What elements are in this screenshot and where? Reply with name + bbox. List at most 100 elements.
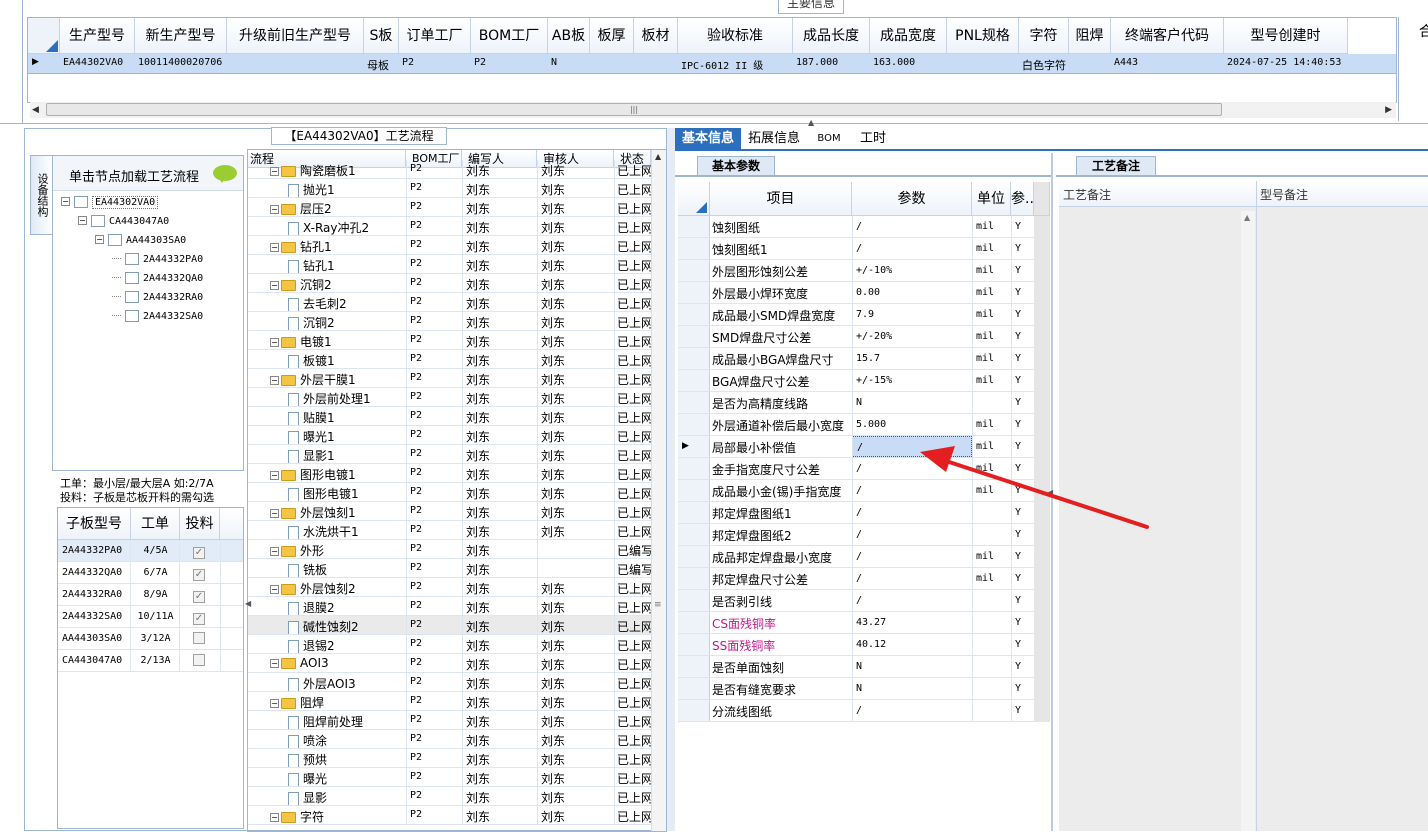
- tree-node[interactable]: 2A44332SA0: [112, 308, 203, 325]
- main-col-header[interactable]: 验收标准: [678, 18, 793, 54]
- param-col-header[interactable]: 项目: [710, 182, 852, 216]
- flow-row[interactable]: 显影 P2 刘东 刘东 已上网: [248, 787, 666, 806]
- main-col-header[interactable]: 终端客户代码: [1111, 18, 1224, 54]
- sub-order-cell[interactable]: 4/5A: [131, 545, 180, 556]
- param-value-cell[interactable]: /: [852, 502, 972, 523]
- param-row[interactable]: SS面残铜率 40.12 Y: [678, 634, 1035, 656]
- tree-collapse-icon[interactable]: −: [78, 216, 87, 225]
- main-col-header[interactable]: 订单工厂: [399, 18, 471, 54]
- param-row[interactable]: 是否单面蚀刻 N Y: [678, 656, 1035, 678]
- param-row[interactable]: CS面残铜率 43.27 Y: [678, 612, 1035, 634]
- flow-vscroll-grip[interactable]: ≡: [654, 600, 662, 610]
- flow-row[interactable]: 钻孔1 P2 刘东 刘东 已上网: [248, 255, 666, 274]
- flow-row[interactable]: 退膜2 P2 刘东 刘东 已上网: [248, 597, 666, 616]
- flow-row[interactable]: 预烘 P2 刘东 刘东 已上网: [248, 749, 666, 768]
- param-row[interactable]: 蚀刻图纸 / mil Y: [678, 216, 1035, 238]
- remark-grid[interactable]: 工艺备注 型号备注 ▲: [1059, 181, 1428, 831]
- main-col-header[interactable]: 新生产型号: [135, 18, 227, 54]
- param-row[interactable]: 邦定焊盘图纸2 / Y: [678, 524, 1035, 546]
- feed-checkbox[interactable]: [193, 632, 205, 644]
- main-col-header[interactable]: 板材: [634, 18, 678, 54]
- param-row[interactable]: 邦定焊盘图纸1 / Y: [678, 502, 1035, 524]
- detail-tab[interactable]: 基本信息: [675, 128, 741, 150]
- flow-row[interactable]: 显影1 P2 刘东 刘东 已上网: [248, 445, 666, 464]
- flow-row[interactable]: − 外层蚀刻2 P2 刘东 刘东 已上网: [248, 578, 666, 597]
- main-col-header[interactable]: 生产型号: [60, 18, 135, 54]
- param-value-cell[interactable]: N: [852, 678, 972, 699]
- param-value-cell[interactable]: N: [852, 392, 972, 413]
- param-value-cell[interactable]: N: [852, 656, 972, 677]
- main-col-header[interactable]: BOM工厂: [471, 18, 548, 54]
- hscroll-thumb[interactable]: |||: [46, 103, 1222, 116]
- param-row[interactable]: 成品邦定焊盘最小宽度 / mil Y: [678, 546, 1035, 568]
- flow-row[interactable]: − 图形电镀1 P2 刘东 刘东 已上网: [248, 464, 666, 483]
- feed-checkbox[interactable]: ✓: [193, 569, 205, 581]
- main-info-grid[interactable]: 生产型号 新生产型号 升级前旧生产型号 S板 订单工厂 BOM工厂 AB板 板厚 板材 验收标准成…: [27, 17, 1397, 103]
- param-row[interactable]: 成品最小SMD焊盘宽度 7.9 mil Y: [678, 304, 1035, 326]
- param-value-cell[interactable]: /: [852, 480, 972, 501]
- param-value-cell[interactable]: 40.12: [852, 634, 972, 655]
- flow-vscroll[interactable]: ▲ ≡: [651, 150, 666, 831]
- flow-row[interactable]: 图形电镀1 P2 刘东 刘东 已上网: [248, 483, 666, 502]
- flow-row[interactable]: − AOI3 P2 刘东 刘东 已上网: [248, 654, 666, 673]
- flow-row[interactable]: 阻焊前处理 P2 刘东 刘东 已上网: [248, 711, 666, 730]
- sub-table-row[interactable]: AA44303SA0 3/12A: [58, 628, 243, 650]
- flow-row[interactable]: 退锡2 P2 刘东 刘东 已上网: [248, 635, 666, 654]
- tree-collapse-icon[interactable]: −: [95, 235, 104, 244]
- sub-board-table[interactable]: 子板型号 工单 投料 2A44332PA0 4/5A ✓ 2A44332QA0 6/7A ✓ 2…: [57, 507, 244, 829]
- param-row[interactable]: 邦定焊盘尺寸公差 / mil Y: [678, 568, 1035, 590]
- param-row[interactable]: 金手指宽度尺寸公差 / mil Y: [678, 458, 1035, 480]
- detail-tab[interactable]: 工时: [853, 128, 893, 150]
- param-value-cell[interactable]: /: [852, 458, 972, 479]
- main-col-header[interactable]: 字符: [1019, 18, 1069, 54]
- main-col-header[interactable]: 成品宽度: [870, 18, 947, 54]
- main-col-header[interactable]: 型号创建时: [1224, 18, 1348, 54]
- param-value-cell[interactable]: /: [852, 546, 972, 567]
- param-col-header[interactable]: 参..: [1011, 182, 1034, 216]
- sub-table-row[interactable]: 2A44332RA0 8/9A ✓: [58, 584, 243, 606]
- param-row[interactable]: 是否剥引线 / Y: [678, 590, 1035, 612]
- flow-row[interactable]: 外层AOI3 P2 刘东 刘东 已上网: [248, 673, 666, 692]
- param-value-cell[interactable]: +/-10%: [852, 260, 972, 281]
- flow-row[interactable]: 去毛刺2 P2 刘东 刘东 已上网: [248, 293, 666, 312]
- param-row[interactable]: 外层最小焊环宽度 0.00 mil Y: [678, 282, 1035, 304]
- flow-row[interactable]: − 电镀1 P2 刘东 刘东 已上网: [248, 331, 666, 350]
- flow-row[interactable]: − 外形 P2 刘东 已编写: [248, 540, 666, 559]
- param-value-cell[interactable]: /: [852, 568, 972, 589]
- tree-node[interactable]: 2A44332PA0: [112, 251, 203, 268]
- param-row[interactable]: 外层图形蚀刻公差 +/-10% mil Y: [678, 260, 1035, 282]
- collapse-icon[interactable]: −: [270, 281, 279, 290]
- flow-row[interactable]: − 沉铜2 P2 刘东 刘东 已上网: [248, 274, 666, 293]
- flow-row[interactable]: 水洗烘干1 P2 刘东 刘东 已上网: [248, 521, 666, 540]
- sub-order-cell[interactable]: 6/7A: [131, 567, 180, 578]
- flow-row[interactable]: − 钻孔1 P2 刘东 刘东 已上网: [248, 236, 666, 255]
- flow-row[interactable]: 沉铜2 P2 刘东 刘东 已上网: [248, 312, 666, 331]
- equipment-structure-tab[interactable]: 设备结构: [30, 155, 52, 235]
- feed-checkbox[interactable]: ✓: [193, 547, 205, 559]
- collapse-icon[interactable]: −: [270, 376, 279, 385]
- param-row[interactable]: 外层通道补偿后最小宽度 5.000 mil Y: [678, 414, 1035, 436]
- param-row[interactable]: 成品最小金(锡)手指宽度 / mil Y: [678, 480, 1035, 502]
- flow-row[interactable]: − 阻焊 P2 刘东 刘东 已上网: [248, 692, 666, 711]
- param-row[interactable]: 蚀刻图纸1 / mil Y: [678, 238, 1035, 260]
- tree-node[interactable]: − EA44302VA0: [61, 194, 159, 211]
- param-value-cell[interactable]: /: [852, 436, 972, 457]
- sub-table-row[interactable]: 2A44332QA0 6/7A ✓: [58, 562, 243, 584]
- flow-row[interactable]: − 外层蚀刻1 P2 刘东 刘东 已上网: [248, 502, 666, 521]
- flow-row[interactable]: 贴膜1 P2 刘东 刘东 已上网: [248, 407, 666, 426]
- flow-row[interactable]: 碱性蚀刻2 P2 刘东 刘东 已上网: [248, 616, 666, 635]
- collapse-icon[interactable]: −: [270, 659, 279, 668]
- flow-row[interactable]: − 层压2 P2 刘东 刘东 已上网: [248, 198, 666, 217]
- tree-node[interactable]: − AA44303SA0: [95, 232, 186, 249]
- main-col-header[interactable]: 板厚: [590, 18, 634, 54]
- sub-order-cell[interactable]: 3/12A: [131, 633, 180, 644]
- sub-col-header[interactable]: 子板型号: [58, 508, 131, 540]
- param-row[interactable]: 是否有缝宽要求 N Y: [678, 678, 1035, 700]
- flow-row[interactable]: 铣板 P2 刘东 已编写: [248, 559, 666, 578]
- collapse-icon[interactable]: −: [270, 547, 279, 556]
- flow-row[interactable]: − 外层干膜1 P2 刘东 刘东 已上网: [248, 369, 666, 388]
- param-value-cell[interactable]: 15.7: [852, 348, 972, 369]
- param-value-cell[interactable]: +/-15%: [852, 370, 972, 391]
- main-col-header[interactable]: S板: [364, 18, 399, 54]
- load-flow-hint[interactable]: 单击节点加载工艺流程: [53, 156, 243, 191]
